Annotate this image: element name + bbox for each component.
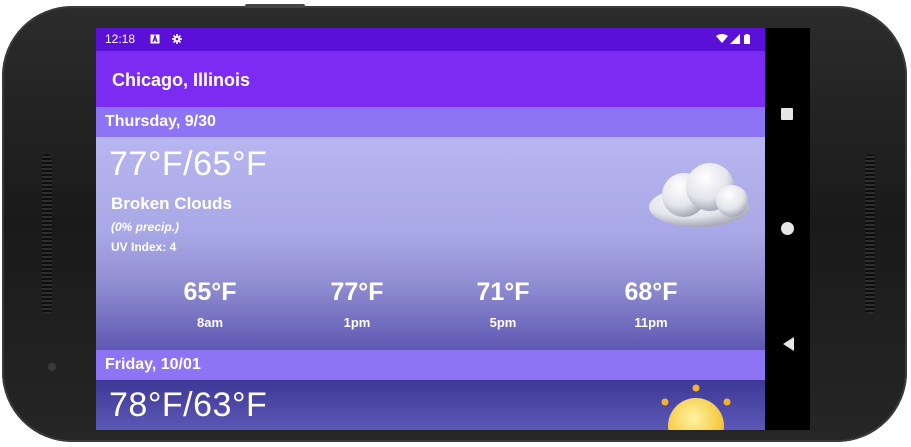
weather-app: 12:18 Chicago, Illinois Thursday, 9/30 7… (96, 28, 765, 430)
wifi-icon (716, 34, 728, 43)
left-speaker-grille (42, 154, 52, 314)
signal-icon (730, 34, 740, 44)
hourly-time: 5pm (489, 315, 517, 330)
app-bar: Chicago, Illinois (96, 51, 765, 107)
sun-icon (661, 384, 731, 430)
battery-icon (744, 34, 750, 44)
hourly-time: 1pm (343, 315, 371, 330)
navigation-bar (765, 28, 810, 430)
precip-text: (0% precip.) (111, 220, 180, 234)
hourly-time: 11pm (634, 315, 668, 330)
right-speaker-grille (865, 154, 875, 314)
day-card[interactable]: 77°F/65°F Broken Clouds (0% precip.) UV … (96, 137, 765, 350)
hourly-item: 77°F 1pm (297, 278, 417, 330)
home-circle-icon[interactable] (781, 222, 794, 235)
status-time: 12:18 (105, 32, 136, 46)
day-header[interactable]: Friday, 10/01 (96, 350, 765, 380)
hourly-temp: 77°F (330, 278, 384, 306)
power-button (245, 4, 305, 8)
temp-range: 78°F/63°F (109, 386, 268, 424)
cloud-icon (649, 163, 749, 227)
camera-sensor (48, 363, 56, 371)
hourly-item: 71°F 5pm (443, 278, 563, 330)
back-triangle-icon[interactable] (783, 337, 794, 351)
temp-range: 77°F/65°F (109, 145, 268, 183)
recents-square-icon[interactable] (781, 108, 793, 120)
day-date: Thursday, 9/30 (105, 113, 216, 130)
day-header[interactable]: Thursday, 9/30 (96, 107, 765, 137)
hourly-temp: 68°F (624, 278, 678, 306)
hourly-item: 65°F 8am (150, 278, 270, 330)
location-title: Chicago, Illinois (112, 70, 251, 90)
status-bar: 12:18 (96, 28, 765, 51)
hourly-temp: 71°F (476, 278, 530, 306)
uv-index-text: UV Index: 4 (111, 240, 177, 254)
day-card[interactable]: 78°F/63°F (96, 380, 765, 430)
device-screen: 12:18 Chicago, Illinois Thursday, 9/30 7… (96, 28, 810, 430)
hourly-time: 8am (196, 315, 224, 330)
notification-a-icon (150, 34, 160, 44)
hourly-temp: 65°F (183, 278, 237, 306)
settings-gear-icon (172, 34, 182, 44)
condition-text: Broken Clouds (111, 194, 232, 213)
hourly-item: 68°F 11pm (591, 278, 711, 330)
day-date: Friday, 10/01 (105, 356, 201, 373)
